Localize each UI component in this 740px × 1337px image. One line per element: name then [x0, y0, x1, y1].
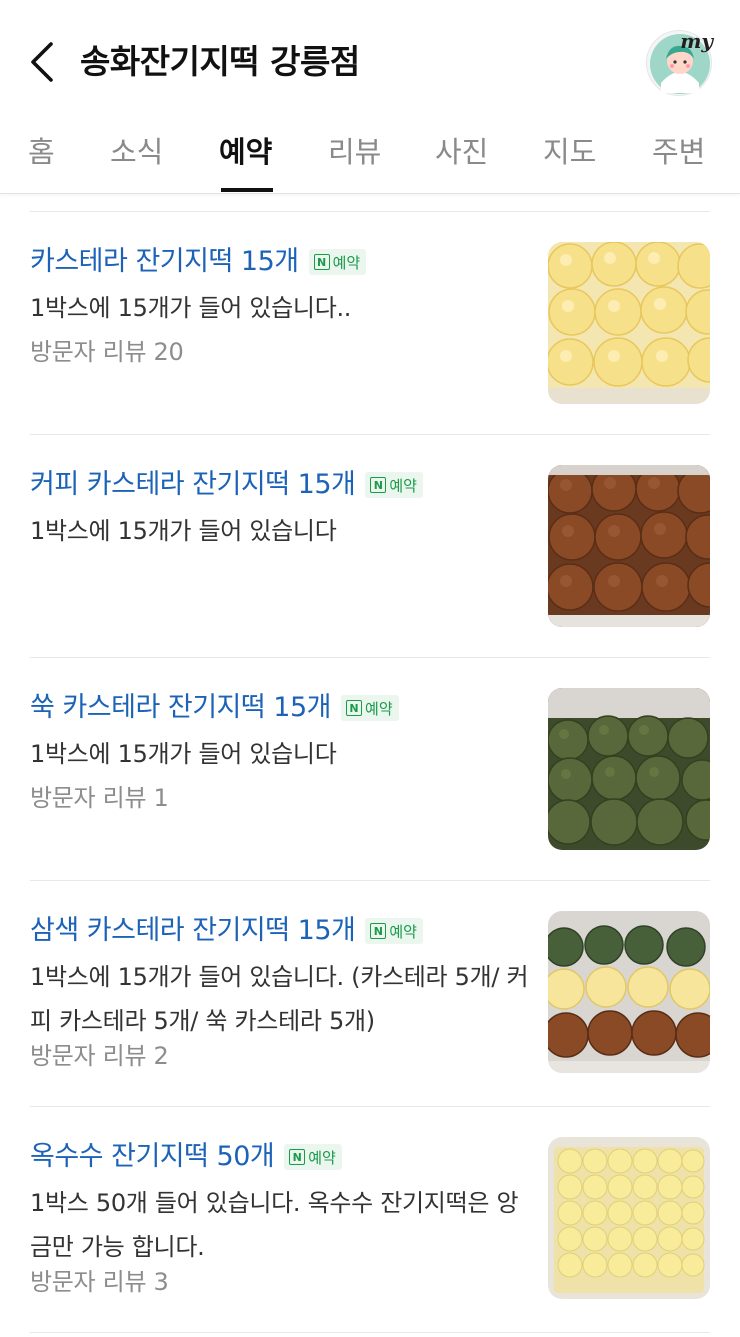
booking-badge-label: 예약: [308, 1148, 336, 1167]
header: 송화잔기지떡 강릉점 my: [0, 0, 740, 124]
booking-badge: N 예약: [308, 249, 367, 275]
tab-news[interactable]: 소식: [110, 130, 163, 186]
tab-bar: 홈 소식 예약 리뷰 사진 지도 주변: [0, 124, 740, 194]
visitor-review-count[interactable]: 방문자 리뷰 3: [30, 1264, 169, 1300]
booking-badge: N 예약: [365, 472, 423, 498]
divider: [30, 434, 710, 435]
item-description: 1박스에 15개가 들어 있습니다: [30, 740, 337, 768]
booking-badge-label: 예약: [365, 699, 393, 718]
visitor-review-count[interactable]: 방문자 리뷰 20: [30, 334, 184, 370]
booking-badge-label: 예약: [332, 253, 361, 272]
naver-n-icon: N: [346, 700, 363, 716]
booking-item[interactable]: 옥수수 잔기지떡 50개 N 예약 1박스 50개 들어 있습니다. 옥수수 잔…: [30, 1137, 710, 1317]
item-description: 1박스에 15개가 들어 있습니다: [30, 517, 337, 545]
item-name[interactable]: 카스테라 잔기지떡 15개: [30, 242, 299, 282]
divider: [30, 1332, 710, 1333]
booking-item[interactable]: 커피 카스테라 잔기지떡 15개 N 예약 1박스에 15개가 들어 있습니다: [30, 465, 710, 635]
tab-photos[interactable]: 사진: [435, 130, 488, 186]
item-name[interactable]: 쑥 카스테라 잔기지떡 15개: [30, 688, 332, 728]
booking-item[interactable]: 카스테라 잔기지떡 15개 N 예약 1박스에 15개가 들어 있습니다.. 방…: [30, 242, 710, 412]
item-thumbnail[interactable]: [548, 242, 710, 404]
naver-n-icon: N: [370, 477, 387, 493]
divider: [30, 880, 710, 881]
back-button[interactable]: [22, 38, 62, 86]
page-title: 송화잔기지떡 강릉점: [80, 42, 360, 81]
item-description: 1박스에 15개가 들어 있습니다..: [30, 294, 352, 322]
item-name[interactable]: 커피 카스테라 잔기지떡 15개: [30, 465, 356, 505]
my-label: my: [680, 29, 713, 53]
item-thumbnail[interactable]: [548, 911, 710, 1073]
item-thumbnail[interactable]: [548, 1137, 710, 1299]
booking-badge: N 예약: [365, 918, 423, 944]
item-description: 1박스에 15개가 들어 있습니다. (카스테라 5개/ 커피 카스테라 5개/…: [30, 963, 529, 1035]
booking-item[interactable]: 쑥 카스테라 잔기지떡 15개 N 예약 1박스에 15개가 들어 있습니다 방…: [30, 688, 710, 858]
active-tab-indicator: [221, 188, 273, 192]
item-name[interactable]: 옥수수 잔기지떡 50개: [30, 1137, 275, 1177]
divider: [30, 1106, 710, 1107]
naver-n-icon: N: [289, 1149, 306, 1165]
tab-map[interactable]: 지도: [543, 130, 596, 186]
chevron-left-icon: [31, 42, 53, 82]
tab-nearby[interactable]: 주변: [652, 130, 705, 186]
tab-home[interactable]: 홈: [28, 130, 55, 186]
item-thumbnail[interactable]: [548, 465, 710, 627]
booking-badge: N 예약: [284, 1144, 342, 1170]
booking-badge-label: 예약: [389, 922, 417, 941]
visitor-review-count[interactable]: 방문자 리뷰 2: [30, 1038, 169, 1074]
my-profile-button[interactable]: my: [646, 29, 713, 96]
booking-badge-label: 예약: [389, 476, 417, 495]
item-thumbnail[interactable]: [548, 688, 710, 850]
visitor-review-count[interactable]: 방문자 리뷰 1: [30, 780, 169, 816]
item-name[interactable]: 삼색 카스테라 잔기지떡 15개: [30, 911, 356, 951]
booking-item[interactable]: 삼색 카스테라 잔기지떡 15개 N 예약 1박스에 15개가 들어 있습니다.…: [30, 911, 710, 1091]
naver-n-icon: N: [313, 254, 330, 270]
divider: [30, 657, 710, 658]
divider: [30, 211, 710, 212]
tab-reviews[interactable]: 리뷰: [328, 130, 381, 186]
tab-booking[interactable]: 예약: [219, 130, 272, 186]
booking-badge: N 예약: [341, 695, 399, 721]
naver-n-icon: N: [370, 923, 387, 939]
item-description: 1박스 50개 들어 있습니다. 옥수수 잔기지떡은 앙금만 가능 합니다.: [30, 1189, 519, 1261]
